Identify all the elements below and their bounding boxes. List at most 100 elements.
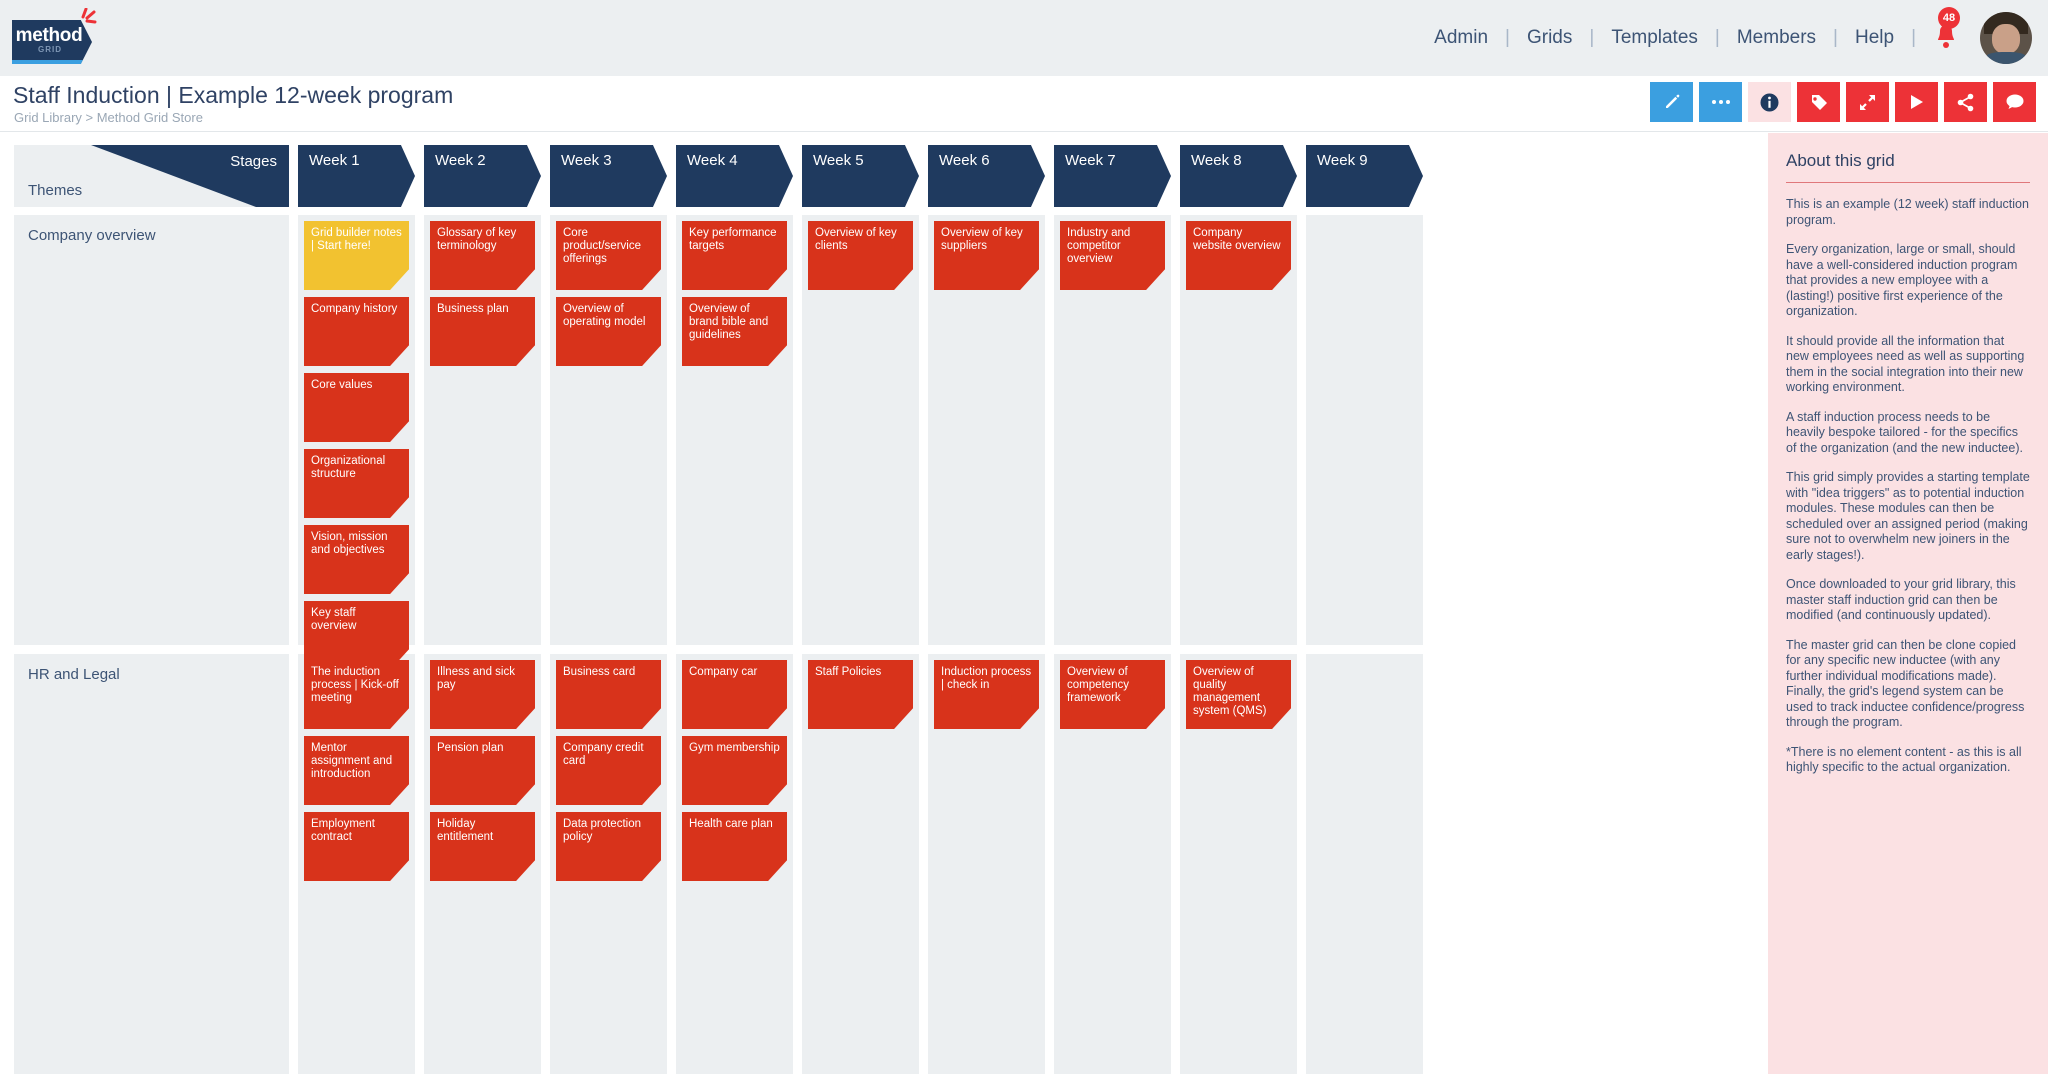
grid-cell-1-3[interactable]: Core product/service offerings Overview o… (550, 215, 667, 645)
grid-cell-1-2[interactable]: Glossary of key terminology Business plan (424, 215, 541, 645)
grid-element-card[interactable]: Overview of quality management system (Q… (1186, 660, 1291, 729)
grid-element-card[interactable]: Glossary of key terminology (430, 221, 535, 290)
stage-header-9[interactable]: Week 9 (1306, 145, 1423, 207)
grid-cell-1-6[interactable]: Overview of key suppliers (928, 215, 1045, 645)
grid-element-card[interactable]: Business plan (430, 297, 535, 366)
avatar-face (1992, 24, 2020, 54)
nav-link-grids[interactable]: Grids (1510, 27, 1589, 49)
grid-element-card[interactable]: Employment contract (304, 812, 409, 881)
grid-cell-2-3[interactable]: Business card Company credit card Data pro… (550, 654, 667, 1074)
play-icon (1910, 95, 1923, 109)
stage-header-8[interactable]: Week 8 (1180, 145, 1297, 207)
grid-element-card[interactable]: Grid builder notes | Start here! (304, 221, 409, 290)
stage-header-1[interactable]: Week 1 (298, 145, 415, 207)
themes-label: Themes (28, 182, 83, 199)
grid-element-card[interactable]: Overview of key clients (808, 221, 913, 290)
grid-cell-2-7[interactable]: Overview of competency framework (1054, 654, 1171, 1074)
grid-cell-2-6[interactable]: Induction process | check in (928, 654, 1045, 1074)
grid-element-card[interactable]: Holiday entitlement (430, 812, 535, 881)
logo-badge: method GRID (12, 20, 92, 64)
grid-element-card[interactable]: Staff Policies (808, 660, 913, 729)
grid-element-card[interactable]: Vision, mission and objectives (304, 525, 409, 594)
grid-cell-1-1[interactable]: Grid builder notes | Start here! Company … (298, 215, 415, 670)
share-icon (1957, 93, 1974, 111)
theme-label-cell[interactable]: Company overview (14, 215, 289, 645)
grid-element-card[interactable]: Pension plan (430, 736, 535, 805)
grid-element-card[interactable]: Key performance targets (682, 221, 787, 290)
grid-element-card[interactable]: Induction process | check in (934, 660, 1039, 729)
grid-cell-2-1[interactable]: The induction process | Kick-off meeting… (298, 654, 415, 1074)
stage-header-4[interactable]: Week 4 (676, 145, 793, 207)
nav-link-help[interactable]: Help (1838, 27, 1911, 49)
logo-subword: GRID (38, 44, 62, 54)
about-paragraph: It should provide all the information th… (1786, 333, 2025, 395)
grid-element-card[interactable]: Industry and competitor overview (1060, 221, 1165, 290)
grid-element-card[interactable]: Core values (304, 373, 409, 442)
nav-link-members[interactable]: Members (1720, 27, 1833, 49)
expand-button[interactable] (1846, 82, 1889, 122)
page-title: Staff Induction | Example 12-week progra… (13, 82, 454, 108)
top-navigation-bar: method GRID Admin | Grids | Templates | … (0, 0, 2048, 76)
grid-cell-2-2[interactable]: Illness and sick pay Pension plan Holiday … (424, 654, 541, 1074)
grid-cell-1-8[interactable]: Company website overview (1180, 215, 1297, 645)
grid-element-card[interactable]: Core product/service offerings (556, 221, 661, 290)
stage-header-7[interactable]: Week 7 (1054, 145, 1171, 207)
grid-cell-1-7[interactable]: Industry and competitor overview (1054, 215, 1171, 645)
share-button[interactable] (1944, 82, 1987, 122)
grid-element-card[interactable]: Company history (304, 297, 409, 366)
grid-element-card[interactable]: Illness and sick pay (430, 660, 535, 729)
info-icon (1760, 93, 1779, 111)
grid-element-card[interactable]: Company credit card (556, 736, 661, 805)
grid-element-card[interactable]: Company car (682, 660, 787, 729)
grid-element-card[interactable]: Organizational structure (304, 449, 409, 518)
about-paragraph: The master grid can then be clone copied… (1786, 637, 2025, 730)
grid-element-card[interactable]: Overview of operating model (556, 297, 661, 366)
grid-element-card[interactable]: Business card (556, 660, 661, 729)
grid-cell-2-5[interactable]: Staff Policies (802, 654, 919, 1074)
about-paragraph: Every organization, large or small, shou… (1786, 242, 2018, 318)
comment-icon (2006, 94, 2023, 109)
grid-element-card[interactable]: Data protection policy (556, 812, 661, 881)
stage-header-6[interactable]: Week 6 (928, 145, 1045, 207)
logo-wordmark: method (15, 24, 83, 46)
grid-body: Company overview Grid builder notes | Sta… (14, 215, 1423, 1074)
grid-cell-2-9[interactable] (1306, 654, 1423, 1074)
tags-button[interactable] (1797, 82, 1840, 122)
notifications-button[interactable]: 48 (1916, 6, 1974, 54)
grid-theme-row: HR and Legal The induction process | Kick… (14, 654, 1423, 1074)
grid-cell-1-4[interactable]: Key performance targets Overview of brand… (676, 215, 793, 645)
user-avatar[interactable] (1980, 12, 2032, 64)
grid-element-card[interactable]: Overview of brand bible and guidelines (682, 297, 787, 366)
nav-link-admin[interactable]: Admin (1417, 27, 1505, 49)
grid-cell-1-9[interactable] (1306, 215, 1423, 645)
grid-cell-2-4[interactable]: Company car Gym membership Health care pla… (676, 654, 793, 1074)
grid-element-card[interactable]: Overview of competency framework (1060, 660, 1165, 729)
grid-element-card[interactable]: Mentor assignment and introduction (304, 736, 409, 805)
nav-link-templates[interactable]: Templates (1594, 27, 1715, 49)
stage-header-5[interactable]: Week 5 (802, 145, 919, 207)
grid-theme-row: Company overview Grid builder notes | Sta… (14, 215, 1423, 670)
theme-label-cell[interactable]: HR and Legal (14, 654, 289, 1074)
grid-element-card[interactable]: Key staff overview (304, 601, 409, 670)
stage-header-2[interactable]: Week 2 (424, 145, 541, 207)
grid-cell-1-5[interactable]: Overview of key clients (802, 215, 919, 645)
comments-button[interactable] (1993, 82, 2036, 122)
play-button[interactable] (1895, 82, 1938, 122)
breadcrumb: Grid Library > Method Grid Store (14, 110, 203, 125)
grid-element-card[interactable]: Overview of key suppliers (934, 221, 1039, 290)
about-paragraph: This grid simply provides a starting tem… (1786, 470, 2030, 562)
grid-action-toolbar (1650, 82, 2036, 122)
stage-header-3[interactable]: Week 3 (550, 145, 667, 207)
grid-element-card[interactable]: Health care plan (682, 812, 787, 881)
info-button[interactable] (1748, 82, 1791, 122)
edit-button[interactable] (1650, 82, 1693, 122)
method-grid-logo[interactable]: method GRID (12, 8, 104, 66)
grid-cell-2-8[interactable]: Overview of quality management system (Q… (1180, 654, 1297, 1074)
grid-element-card[interactable]: Gym membership (682, 736, 787, 805)
pencil-icon (1665, 94, 1679, 108)
grid-element-card[interactable]: Company website overview (1186, 221, 1291, 290)
grid-element-card[interactable]: The induction process | Kick-off meeting (304, 660, 409, 729)
more-button[interactable] (1699, 82, 1742, 122)
about-panel-divider (1786, 182, 2030, 183)
about-paragraph: *There is no element content - as this i… (1786, 744, 2022, 775)
